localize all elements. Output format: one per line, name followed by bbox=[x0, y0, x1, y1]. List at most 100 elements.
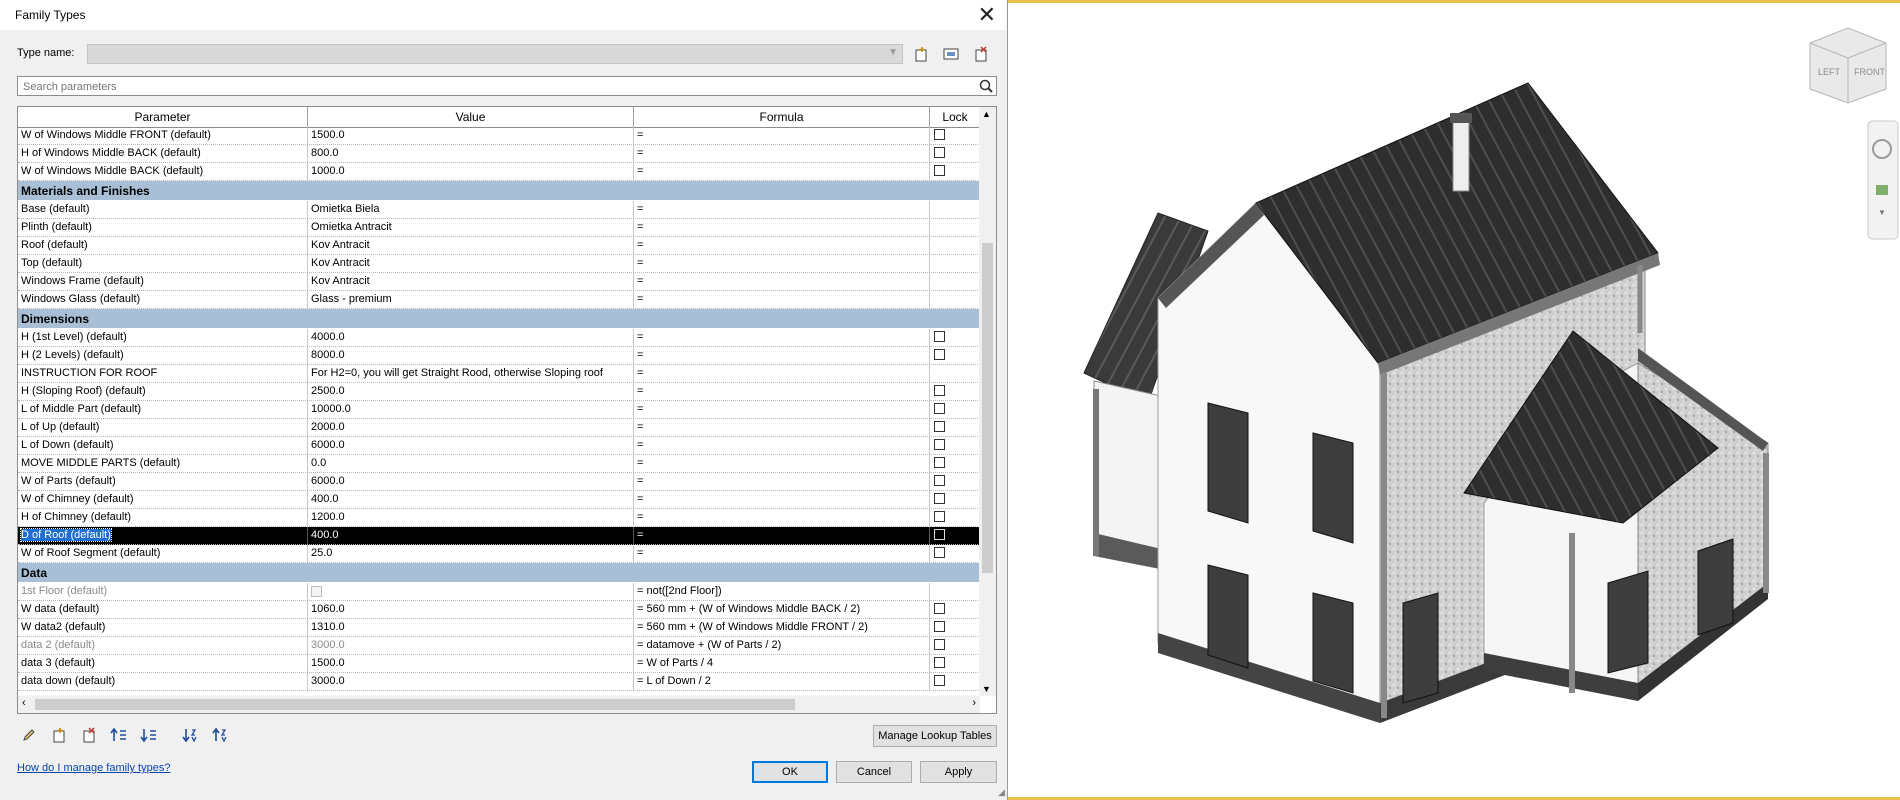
scroll-left-icon[interactable]: ‹ bbox=[22, 697, 26, 709]
horizontal-scrollbar[interactable]: ‹ › bbox=[18, 696, 980, 713]
parameter-cell[interactable]: W of Windows Middle FRONT (default) bbox=[18, 127, 308, 144]
value-cell[interactable]: Kov Antracit bbox=[308, 255, 634, 272]
lock-checkbox[interactable] bbox=[934, 475, 945, 486]
view-cube-front-label[interactable]: FRONT bbox=[1854, 67, 1885, 77]
manage-lookup-tables-button[interactable]: Manage Lookup Tables bbox=[873, 725, 997, 747]
table-row[interactable]: H (1st Level) (default) 4000.0 = bbox=[18, 329, 980, 347]
value-cell[interactable]: 4000.0 bbox=[308, 329, 634, 346]
lock-checkbox[interactable] bbox=[934, 349, 945, 360]
delete-type-button[interactable] bbox=[970, 44, 992, 64]
formula-cell[interactable]: = bbox=[634, 383, 930, 400]
formula-cell[interactable]: = bbox=[634, 145, 930, 162]
lock-checkbox[interactable] bbox=[934, 547, 945, 558]
value-cell[interactable]: Glass - premium bbox=[308, 291, 634, 308]
ok-button[interactable]: OK bbox=[752, 761, 828, 783]
formula-cell[interactable]: = bbox=[634, 273, 930, 290]
lock-checkbox[interactable] bbox=[934, 331, 945, 342]
formula-cell[interactable]: = bbox=[634, 219, 930, 236]
formula-cell[interactable]: = bbox=[634, 473, 930, 490]
table-row[interactable]: data 3 (default) 1500.0 = W of Parts / 4 bbox=[18, 655, 980, 673]
view-cube[interactable]: LEFT FRONT bbox=[1809, 27, 1887, 104]
parameter-cell[interactable]: W of Chimney (default) bbox=[18, 491, 308, 508]
sort-descending-button[interactable] bbox=[210, 724, 232, 746]
lock-checkbox[interactable] bbox=[934, 421, 945, 432]
table-row[interactable]: W of Roof Segment (default) 25.0 = bbox=[18, 545, 980, 563]
help-link[interactable]: How do I manage family types? bbox=[17, 762, 170, 774]
lock-checkbox[interactable] bbox=[934, 657, 945, 668]
table-row[interactable]: Plinth (default) Omietka Antracit = bbox=[18, 219, 980, 237]
column-header-value[interactable]: Value bbox=[308, 107, 634, 127]
table-row[interactable]: W of Windows Middle BACK (default) 1000.0… bbox=[18, 163, 980, 181]
lock-checkbox[interactable] bbox=[934, 147, 945, 158]
view-cube-left-label[interactable]: LEFT bbox=[1818, 67, 1841, 77]
table-row[interactable]: D of Roof (default) 400.0 = bbox=[18, 527, 980, 545]
close-icon[interactable]: ✕ bbox=[978, 2, 996, 28]
formula-cell[interactable]: = bbox=[634, 419, 930, 436]
formula-cell[interactable]: = bbox=[634, 365, 930, 382]
value-cell[interactable]: 2500.0 bbox=[308, 383, 634, 400]
parameter-cell[interactable]: Top (default) bbox=[18, 255, 308, 272]
parameter-cell[interactable]: Plinth (default) bbox=[18, 219, 308, 236]
formula-cell[interactable]: = bbox=[634, 401, 930, 418]
lock-checkbox[interactable] bbox=[934, 493, 945, 504]
lock-checkbox[interactable] bbox=[934, 675, 945, 686]
formula-cell[interactable]: = L of Down / 2 bbox=[634, 673, 930, 690]
value-cell[interactable]: 6000.0 bbox=[308, 437, 634, 454]
value-cell[interactable] bbox=[308, 583, 634, 600]
delete-parameter-button[interactable] bbox=[78, 724, 100, 746]
formula-cell[interactable]: = bbox=[634, 509, 930, 526]
column-header-parameter[interactable]: Parameter bbox=[18, 107, 308, 127]
value-cell[interactable]: Omietka Biela bbox=[308, 201, 634, 218]
lock-checkbox[interactable] bbox=[934, 385, 945, 396]
table-row[interactable]: W of Chimney (default) 400.0 = bbox=[18, 491, 980, 509]
formula-cell[interactable]: = not([2nd Floor]) bbox=[634, 583, 930, 600]
value-cell[interactable]: 1500.0 bbox=[308, 127, 634, 144]
type-name-dropdown[interactable]: ▼ bbox=[87, 44, 903, 64]
parameter-cell[interactable]: H (Sloping Roof) (default) bbox=[18, 383, 308, 400]
parameter-cell[interactable]: W data2 (default) bbox=[18, 619, 308, 636]
formula-cell[interactable]: = datamove + (W of Parts / 2) bbox=[634, 637, 930, 654]
parameter-cell[interactable]: INSTRUCTION FOR ROOF bbox=[18, 365, 308, 382]
parameter-cell[interactable]: L of Down (default) bbox=[18, 437, 308, 454]
parameter-cell[interactable]: MOVE MIDDLE PARTS (default) bbox=[18, 455, 308, 472]
value-cell[interactable]: 400.0 bbox=[308, 527, 634, 544]
formula-cell[interactable]: = bbox=[634, 347, 930, 364]
table-row[interactable]: Top (default) Kov Antracit = bbox=[18, 255, 980, 273]
table-row[interactable]: MOVE MIDDLE PARTS (default) 0.0 = bbox=[18, 455, 980, 473]
lock-checkbox[interactable] bbox=[934, 403, 945, 414]
parameter-cell[interactable]: data 3 (default) bbox=[18, 655, 308, 672]
formula-cell[interactable]: = bbox=[634, 329, 930, 346]
move-up-button[interactable] bbox=[108, 724, 130, 746]
value-cell[interactable]: Kov Antracit bbox=[308, 273, 634, 290]
column-header-lock[interactable]: Lock bbox=[930, 107, 980, 127]
zoom-icon[interactable] bbox=[1876, 185, 1888, 195]
formula-cell[interactable]: = bbox=[634, 527, 930, 544]
vertical-scrollbar[interactable]: ▲ ▼ bbox=[979, 107, 996, 696]
new-type-button[interactable] bbox=[910, 44, 932, 64]
table-row[interactable]: Windows Frame (default) Kov Antracit = bbox=[18, 273, 980, 291]
formula-cell[interactable]: = bbox=[634, 255, 930, 272]
lock-checkbox[interactable] bbox=[934, 165, 945, 176]
apply-button[interactable]: Apply bbox=[920, 761, 997, 783]
value-cell[interactable]: 25.0 bbox=[308, 545, 634, 562]
value-cell[interactable]: 6000.0 bbox=[308, 473, 634, 490]
formula-cell[interactable]: = bbox=[634, 201, 930, 218]
table-row[interactable]: data down (default) 3000.0 = L of Down / 2 bbox=[18, 673, 980, 691]
table-row[interactable]: W of Windows Middle FRONT (default) 1500.… bbox=[18, 127, 980, 145]
move-down-button[interactable] bbox=[138, 724, 160, 746]
edit-parameter-button[interactable] bbox=[18, 724, 40, 746]
parameter-cell[interactable]: Base (default) bbox=[18, 201, 308, 218]
lock-checkbox[interactable] bbox=[934, 621, 945, 632]
value-cell[interactable]: 800.0 bbox=[308, 145, 634, 162]
lock-checkbox[interactable] bbox=[934, 457, 945, 468]
sort-ascending-button[interactable] bbox=[180, 724, 202, 746]
search-input[interactable] bbox=[21, 78, 975, 96]
parameter-cell[interactable]: 1st Floor (default) bbox=[18, 583, 308, 600]
parameter-cell[interactable]: H (2 Levels) (default) bbox=[18, 347, 308, 364]
formula-cell[interactable]: = bbox=[634, 127, 930, 144]
parameter-cell[interactable]: W of Roof Segment (default) bbox=[18, 545, 308, 562]
value-cell[interactable]: 10000.0 bbox=[308, 401, 634, 418]
value-cell[interactable]: 3000.0 bbox=[308, 637, 634, 654]
parameter-cell[interactable]: L of Middle Part (default) bbox=[18, 401, 308, 418]
value-cell[interactable]: 1000.0 bbox=[308, 163, 634, 180]
